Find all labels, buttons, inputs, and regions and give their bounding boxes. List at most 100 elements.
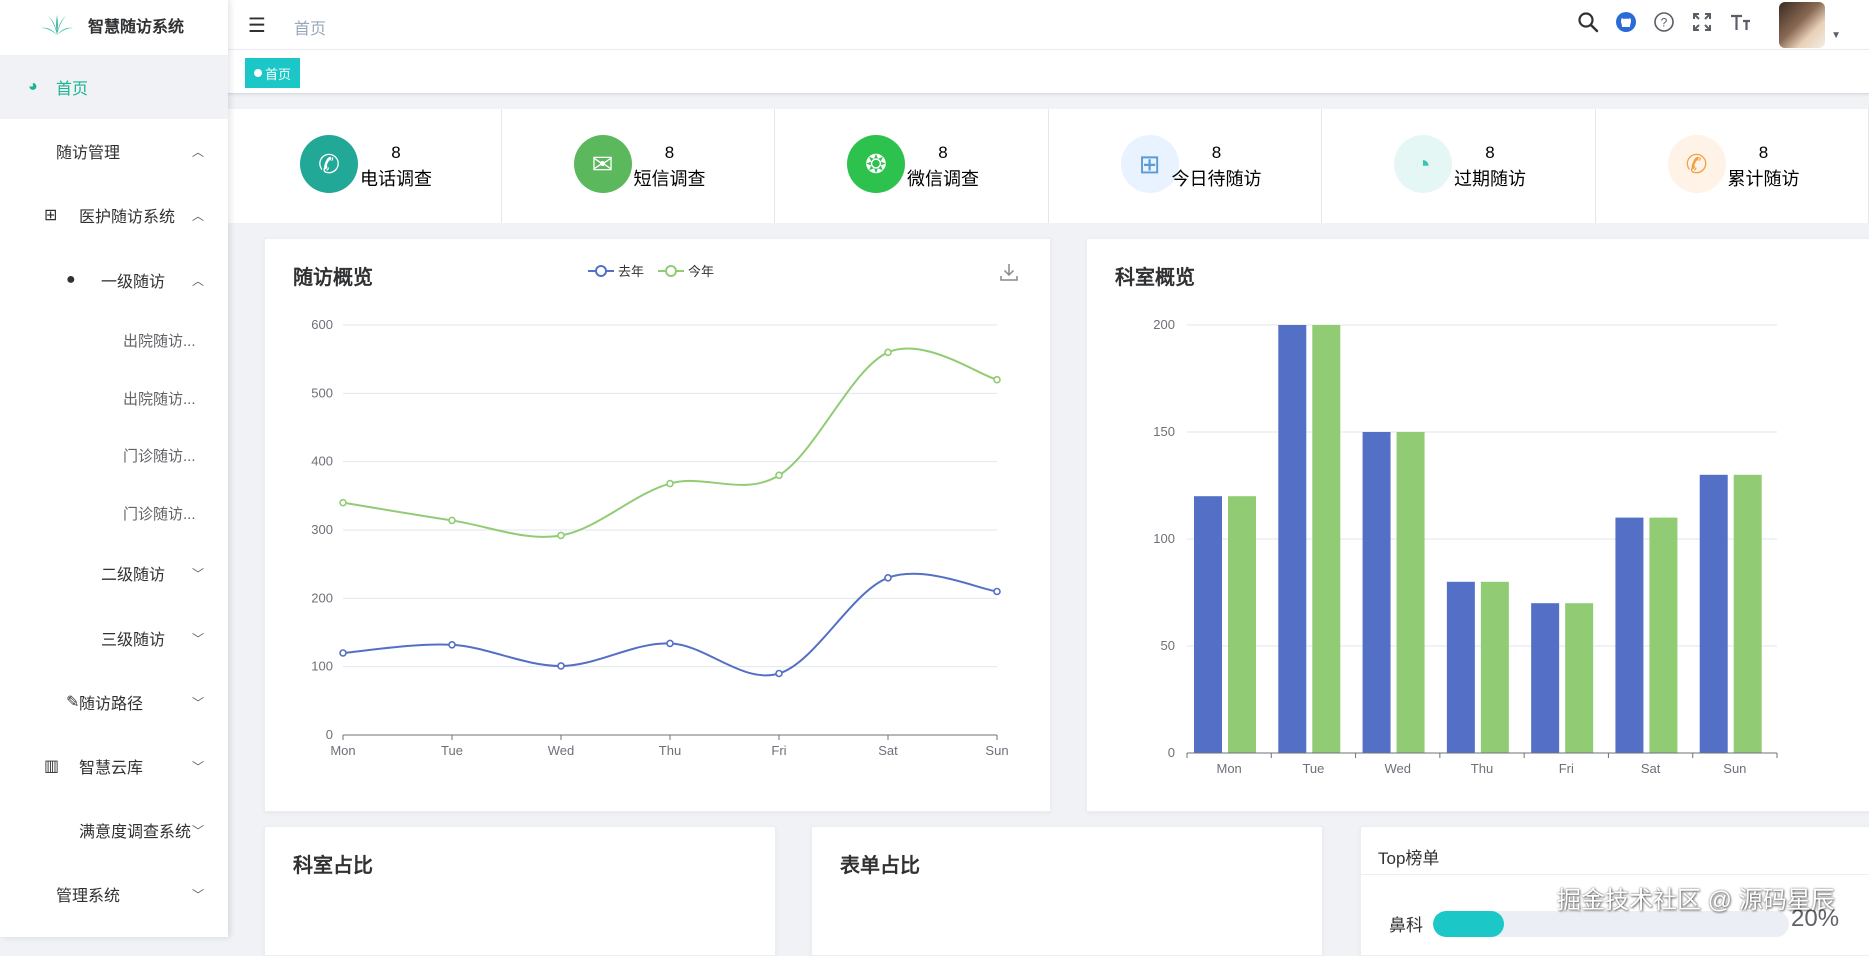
- help-icon[interactable]: ?: [1645, 11, 1683, 39]
- stat-card[interactable]: ◔8过期随访: [1322, 109, 1596, 223]
- stat-value: 8: [660, 143, 680, 163]
- data-point[interactable]: [994, 377, 1000, 383]
- bar[interactable]: [1700, 475, 1728, 753]
- sidebar-item-5[interactable]: 出院随访...: [0, 366, 228, 430]
- data-point[interactable]: [776, 472, 782, 478]
- data-point[interactable]: [885, 349, 891, 355]
- sidebar-item-label: 出院随访...: [123, 388, 196, 409]
- chevron-up-icon: ︿: [192, 143, 204, 160]
- x-tick-label: Tue: [441, 743, 463, 758]
- bar[interactable]: [1531, 603, 1559, 753]
- sidebar-item-6[interactable]: 门诊随访...: [0, 423, 228, 487]
- tag-label: 首页: [265, 64, 291, 83]
- stat-card[interactable]: ✉8短信调查: [502, 109, 776, 223]
- stat-card[interactable]: ✆8电话调查: [228, 109, 502, 223]
- user-icon: ●: [66, 271, 76, 289]
- data-point[interactable]: [667, 640, 673, 646]
- sidebar-item-12[interactable]: 满意度调查系统﹀: [0, 798, 228, 862]
- stat-value: 8: [1480, 143, 1500, 163]
- legend-line-icon: [658, 264, 684, 278]
- navbar-actions: ? ▼: [1569, 0, 1869, 50]
- legend-item[interactable]: 去年: [588, 261, 644, 280]
- search-icon[interactable]: [1569, 11, 1607, 39]
- user-avatar[interactable]: [1779, 2, 1825, 48]
- y-tick-label: 300: [311, 522, 333, 537]
- bar[interactable]: [1649, 518, 1677, 753]
- sidebar-item-4[interactable]: 出院随访...: [0, 308, 228, 372]
- data-point[interactable]: [449, 642, 455, 648]
- sidebar-item-13[interactable]: 管理系统﹀: [0, 862, 228, 926]
- data-point[interactable]: [558, 663, 564, 669]
- stat-value: 8: [1207, 143, 1227, 163]
- menu-toggle-icon[interactable]: ☰: [248, 13, 266, 38]
- form-ratio-title: 表单占比: [840, 849, 920, 878]
- sidebar-item-11[interactable]: ▥智慧云库﹀: [0, 734, 228, 798]
- bar[interactable]: [1447, 582, 1475, 753]
- x-tick-label: Tue: [1302, 761, 1324, 776]
- data-point[interactable]: [340, 500, 346, 506]
- x-tick-label: Thu: [1471, 761, 1493, 776]
- font-size-icon[interactable]: [1721, 11, 1759, 39]
- legend-label: 去年: [618, 261, 644, 280]
- dept-ratio-title: 科室占比: [293, 849, 373, 878]
- stat-label: 微信调查: [907, 165, 979, 191]
- bar[interactable]: [1734, 475, 1762, 753]
- series-line: [343, 574, 997, 676]
- top-list-header: Top榜单: [1361, 827, 1869, 875]
- bar[interactable]: [1194, 496, 1222, 753]
- breadcrumb[interactable]: 首页: [294, 15, 326, 39]
- y-tick-label: 100: [311, 659, 333, 674]
- dashboard-icon: ◕: [28, 78, 38, 96]
- bar[interactable]: [1481, 582, 1509, 753]
- sidebar-item-9[interactable]: 三级随访﹀: [0, 606, 228, 670]
- stat-card[interactable]: ❂8微信调查: [775, 109, 1049, 223]
- bar[interactable]: [1363, 432, 1391, 753]
- y-tick-label: 500: [311, 385, 333, 400]
- visit-line-chart: 0100200300400500600MonTueWedThuFriSatSun: [265, 239, 1052, 813]
- bar[interactable]: [1397, 432, 1425, 753]
- sidebar-item-3[interactable]: ●一级随访︿: [0, 248, 228, 312]
- bar[interactable]: [1228, 496, 1256, 753]
- fullscreen-icon[interactable]: [1683, 11, 1721, 39]
- x-tick-label: Wed: [548, 743, 575, 758]
- bar[interactable]: [1565, 603, 1593, 753]
- tag-home[interactable]: 首页: [245, 58, 300, 88]
- stat-label: 累计随访: [1728, 165, 1800, 191]
- sidebar-item-10[interactable]: ✎随访路径﹀: [0, 670, 228, 734]
- sidebar-item-0[interactable]: ◕ 首页: [0, 55, 228, 119]
- sidebar-item-label: 首页: [56, 75, 88, 99]
- y-tick-label: 200: [1153, 317, 1175, 332]
- app-logo[interactable]: 智慧随访系统: [0, 0, 228, 50]
- sidebar-item-8[interactable]: 二级随访﹀: [0, 541, 228, 605]
- legend-item[interactable]: 今年: [658, 261, 714, 280]
- x-tick-label: Mon: [1216, 761, 1241, 776]
- stat-card[interactable]: ⊞8今日待随访: [1049, 109, 1323, 223]
- bar[interactable]: [1278, 325, 1306, 753]
- github-icon[interactable]: [1607, 11, 1645, 39]
- data-point[interactable]: [776, 671, 782, 677]
- watermark: 掘金技术社区 @ 源码星辰: [1557, 880, 1835, 915]
- data-point[interactable]: [340, 650, 346, 656]
- data-point[interactable]: [885, 575, 891, 581]
- data-point[interactable]: [558, 532, 564, 538]
- data-point[interactable]: [449, 517, 455, 523]
- data-point[interactable]: [667, 481, 673, 487]
- x-tick-label: Wed: [1384, 761, 1411, 776]
- data-point[interactable]: [994, 589, 1000, 595]
- table-icon: ⊞: [44, 205, 57, 225]
- x-tick-label: Sat: [1641, 761, 1661, 776]
- chevron-down-icon: ﹀: [192, 630, 204, 647]
- series-line: [343, 349, 997, 537]
- sidebar-item-2[interactable]: ⊞医护随访系统︿: [0, 183, 228, 247]
- bar[interactable]: [1312, 325, 1340, 753]
- bar[interactable]: [1615, 518, 1643, 753]
- sidebar-item-7[interactable]: 门诊随访...: [0, 481, 228, 545]
- sidebar-item-1[interactable]: 随访管理 ︿: [0, 119, 228, 183]
- sidebar-item-label: 出院随访...: [123, 330, 196, 351]
- wechat-icon: ❂: [847, 135, 905, 193]
- chat-plus-icon: ⊞: [1121, 135, 1179, 193]
- sidebar-item-label: 随访管理: [56, 139, 120, 163]
- caret-down-icon[interactable]: ▼: [1831, 30, 1841, 41]
- chevron-up-icon: ︿: [192, 207, 204, 224]
- stat-card[interactable]: ✆8累计随访: [1596, 109, 1869, 223]
